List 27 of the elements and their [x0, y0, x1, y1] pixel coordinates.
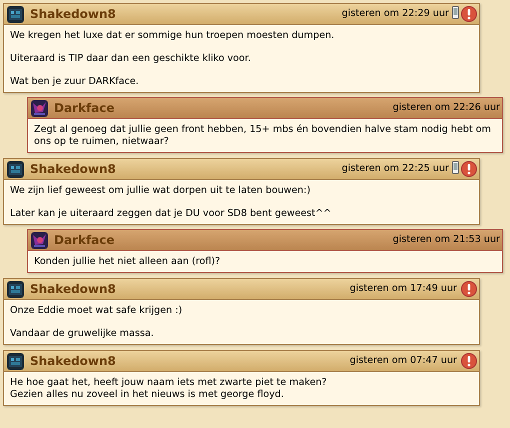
- post-text: We zijn lief geweest om jullie wat dorpen uit te laten bouwen:): [10, 185, 312, 197]
- post-text: Onze Eddie moet wat safe krijgen :): [10, 305, 184, 317]
- post-text: Later kan je uiteraard zeggen dat je DU voor SD8 bent geweest^^: [10, 208, 332, 220]
- report-icon[interactable]: [461, 161, 477, 177]
- author-name[interactable]: Shakedown8: [30, 280, 116, 298]
- post-text: Gezien alles nu zoveel in het nieuws is met george floyd.: [10, 389, 285, 401]
- post-time: gisteren om 17:49 uur: [350, 282, 457, 296]
- post-text: We kregen het luxe dat er sommige hun troepen moesten dumpen.: [10, 30, 336, 42]
- report-icon[interactable]: [461, 6, 477, 22]
- post-text: Wat ben je zuur DARKface.: [10, 76, 140, 88]
- post-time: gisteren om 21:53 uur: [392, 232, 500, 247]
- author-name[interactable]: Darkface: [54, 99, 115, 117]
- author-name[interactable]: Shakedown8: [30, 352, 116, 370]
- post-text: Konden jullie het niet alleen aan (rofl)?: [34, 256, 222, 268]
- post-time: gisteren om 07:47 uur: [350, 354, 457, 368]
- author-name[interactable]: Shakedown8: [30, 5, 116, 23]
- author-name[interactable]: Shakedown8: [30, 160, 116, 178]
- author-name[interactable]: Darkface: [54, 231, 115, 249]
- post-time: gisteren om 22:26 uur: [392, 100, 500, 115]
- report-icon[interactable]: [461, 281, 477, 297]
- post-time: gisteren om 22:25 uur: [342, 162, 449, 176]
- report-icon[interactable]: [461, 353, 477, 369]
- post-text: Vandaar de gruwelijke massa.: [10, 328, 155, 340]
- post-text: Zegt al genoeg dat jullie geen front hebben, 15+ mbs én bovendien halve stam nodig hebt om ons op te ruimen, nietwaar?: [34, 124, 492, 148]
- post-text: Uiteraard is TIP daar dan een geschikte kliko voor.: [10, 53, 252, 65]
- post-time: gisteren om 22:29 uur: [342, 6, 449, 21]
- post-text: He hoe gaat het, heeft jouw naam iets met zwarte piet te maken?: [10, 377, 328, 389]
